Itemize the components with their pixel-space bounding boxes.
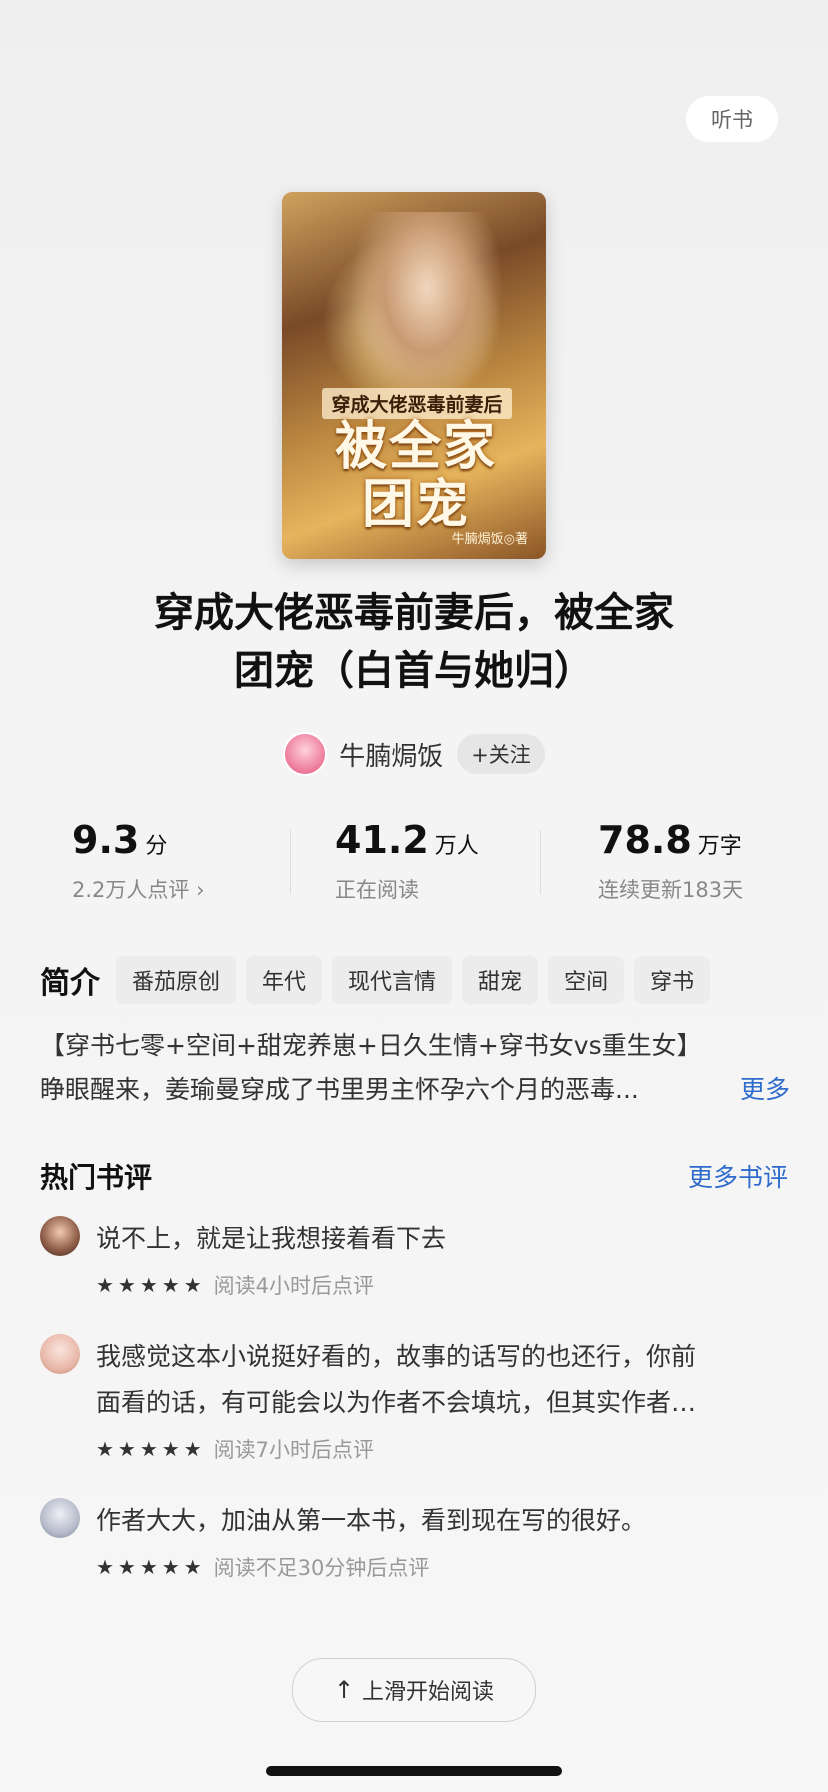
reviews-header: 热门书评 更多书评 (40, 1156, 788, 1196)
intro-line2: 睁眼醒来，姜瑜曼穿成了书里男主怀孕六个月的恶毒... (40, 1075, 639, 1104)
stat-words: 78.8 万字 连续更新183天 (598, 818, 743, 904)
review-text: 作者大大，加油从第一本书，看到现在写的很好。 (96, 1506, 647, 1535)
rating-stars-icon: ★★★★★ (96, 1437, 206, 1461)
stat-readers-value: 41.2 (335, 818, 429, 862)
stat-readers-unit: 万人 (434, 834, 479, 859)
reviewer-avatar (40, 1334, 80, 1374)
review-meta: ★★★★★ 阅读7小时后点评 (96, 1434, 374, 1464)
tag-era[interactable]: 年代 (246, 956, 323, 1004)
reviewer-avatar (40, 1498, 80, 1538)
more-reviews-link[interactable]: 更多书评 (688, 1158, 788, 1194)
author-avatar[interactable] (283, 732, 328, 776)
cover-subtitle: 穿成大佬恶毒前妻后 (322, 388, 512, 419)
review-item[interactable]: 说不上，就是让我想接着看下去 ★★★★★ 阅读4小时后点评 (40, 1216, 788, 1316)
stat-divider (290, 830, 291, 894)
tag-transmigration[interactable]: 穿书 (634, 956, 711, 1004)
intro-more-link[interactable]: 更多 (740, 1068, 790, 1112)
cover-author: 牛腩焗饭◎著 (451, 532, 528, 547)
start-reading-label: 上滑开始阅读 (362, 1680, 495, 1705)
stat-words-sub: 连续更新183天 (598, 878, 744, 902)
stat-divider (540, 830, 541, 894)
intro-line1: 【穿书七零+空间+甜宠养崽+日久生情+穿书女vs重生女】 (40, 1031, 702, 1060)
review-meta-text: 阅读4小时后点评 (213, 1274, 375, 1298)
review-meta-text: 阅读不足30分钟后点评 (213, 1556, 430, 1580)
book-title: 穿成大佬恶毒前妻后，被全家 团宠（白首与她归） (0, 584, 828, 700)
intro-label: 简介 (40, 966, 100, 1001)
cover-illustration (352, 212, 502, 402)
arrow-up-icon: ↑ (333, 1676, 355, 1704)
stat-score-unit: 分 (145, 834, 168, 859)
review-item[interactable]: 作者大大，加油从第一本书，看到现在写的很好。 ★★★★★ 阅读不足30分钟后点评 (40, 1498, 788, 1598)
author-name[interactable]: 牛腩焗饭 (339, 736, 443, 773)
stat-readers-sub: 正在阅读 (335, 878, 419, 902)
review-text-line1: 我感觉这本小说挺好看的，故事的话写的也还行，你前 (96, 1342, 697, 1371)
stat-score-sub: 2.2万人点评 › (72, 878, 205, 902)
tag-modern-romance[interactable]: 现代言情 (332, 956, 453, 1004)
stat-score[interactable]: 9.3 分 2.2万人点评 › (72, 818, 204, 904)
stat-words-value: 78.8 (598, 818, 692, 862)
reviews-title: 热门书评 (40, 1161, 153, 1194)
review-text: 我感觉这本小说挺好看的，故事的话写的也还行，你前 面看的话，有可能会以为作者不会… (96, 1334, 796, 1426)
stats-row: 9.3 分 2.2万人点评 › 41.2 万人 正在阅读 78.8 万字 连续更新18… (0, 818, 828, 910)
stat-readers: 41.2 万人 正在阅读 (335, 818, 479, 904)
stat-words-unit: 万字 (697, 834, 742, 859)
cover-title-line2: 团宠 (361, 474, 470, 535)
author-row: 牛腩焗饭 +关注 (0, 732, 828, 776)
review-text: 说不上，就是让我想接着看下去 (96, 1224, 447, 1253)
review-meta: ★★★★★ 阅读4小时后点评 (96, 1270, 374, 1300)
review-meta: ★★★★★ 阅读不足30分钟后点评 (96, 1552, 429, 1582)
book-title-line1: 穿成大佬恶毒前妻后，被全家 (154, 590, 674, 636)
book-title-line2: 团宠（白首与她归） (234, 648, 594, 694)
review-item[interactable]: 我感觉这本小说挺好看的，故事的话写的也还行，你前 面看的话，有可能会以为作者不会… (40, 1334, 788, 1484)
follow-label: +关注 (471, 743, 531, 767)
follow-button[interactable]: +关注 (457, 734, 545, 774)
home-indicator[interactable] (266, 1766, 562, 1776)
review-meta-text: 阅读7小时后点评 (213, 1438, 375, 1462)
cover-title: 被全家 团宠 (306, 418, 526, 534)
rating-stars-icon: ★★★★★ (96, 1273, 206, 1297)
intro-text[interactable]: 【穿书七零+空间+甜宠养崽+日久生情+穿书女vs重生女】 睁眼醒来，姜瑜曼穿成了… (40, 1024, 790, 1112)
reviewer-avatar (40, 1216, 80, 1256)
tag-original[interactable]: 番茄原创 (116, 956, 237, 1004)
tag-space[interactable]: 空间 (548, 956, 625, 1004)
cover-title-line1: 被全家 (334, 416, 497, 477)
intro-tags-row: 简介 番茄原创 年代 现代言情 甜宠 空间 穿书 (40, 956, 720, 1004)
start-reading-button[interactable]: ↑ 上滑开始阅读 (292, 1658, 536, 1722)
listen-button[interactable]: 听书 (686, 96, 778, 142)
stat-score-value: 9.3 (72, 818, 140, 862)
tag-sweet[interactable]: 甜宠 (462, 956, 539, 1004)
review-text-line2: 面看的话，有可能会以为作者不会填坑，但其实作者… (96, 1388, 697, 1417)
book-cover[interactable]: 穿成大佬恶毒前妻后 被全家 团宠 牛腩焗饭◎著 (282, 192, 546, 559)
rating-stars-icon: ★★★★★ (96, 1555, 206, 1579)
